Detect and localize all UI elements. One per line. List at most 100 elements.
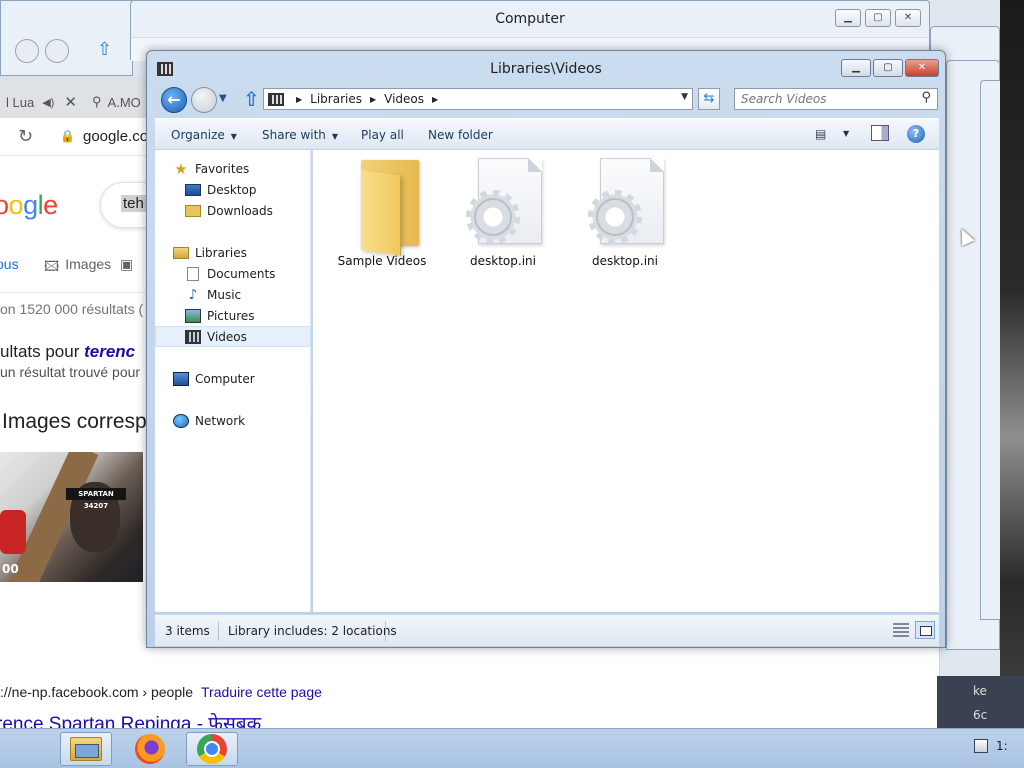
settings-file-icon (582, 156, 668, 250)
nav-label: Downloads (207, 203, 273, 218)
command-bar: Organize ▼ Share with ▼ Play all New folde… (155, 118, 939, 150)
result-title-link[interactable]: rence Spartan Repinga - फेसबुक (0, 710, 261, 728)
pictures-icon (185, 308, 201, 323)
minimize-button[interactable]: ▁ (835, 9, 861, 27)
taskbar-explorer-button[interactable] (60, 732, 112, 766)
refresh-button[interactable]: ⇆ (698, 88, 720, 110)
images-heading[interactable]: Images corresp (2, 410, 147, 434)
file-item[interactable]: desktop.ini (448, 156, 558, 268)
address-dropdown-icon[interactable]: ▼ (681, 92, 688, 102)
file-name: Sample Videos (337, 254, 427, 268)
nav-label: Desktop (207, 182, 257, 197)
maximize-button[interactable]: ▢ (873, 59, 903, 77)
folder-icon (339, 156, 425, 256)
speaker-icon[interactable]: ◀) (42, 96, 54, 109)
action-center-flag-icon[interactable] (974, 739, 988, 753)
search-input[interactable] (741, 91, 911, 107)
view-options-dropdown-icon[interactable]: ▼ (843, 129, 849, 138)
breadcrumb-separator-icon[interactable]: ▶ (370, 95, 376, 104)
nav-label: Videos (207, 329, 247, 344)
chevron-down-icon: ▼ (331, 132, 339, 141)
google-logo[interactable]: oogle (0, 190, 58, 221)
search-box: ⚲ (734, 88, 938, 110)
browser-tab-2[interactable]: ⚲ A.MO (92, 94, 141, 110)
forward-button[interactable] (191, 87, 217, 113)
taskbar: 1: (0, 728, 1024, 768)
breadcrumb-separator-icon[interactable]: ▶ (296, 95, 302, 104)
file-item[interactable]: Sample Videos (327, 156, 437, 268)
chevron-down-icon: ▼ (230, 132, 237, 141)
title-bar[interactable]: Libraries\Videos ▁ ▢ ✕ (147, 51, 945, 87)
nav-item-computer[interactable]: Computer (155, 368, 311, 389)
result-url-text[interactable]: ://ne-np.facebook.com › people (0, 684, 193, 700)
maximize-button[interactable]: ▢ (865, 9, 891, 27)
browser-tab-title: l Lua (6, 94, 35, 110)
explorer-window: Libraries\Videos ▁ ▢ ✕ ← ▼ ⇧ ▶ Libraries… (146, 50, 946, 648)
nav-label: Favorites (195, 161, 250, 176)
nav-item-pictures[interactable]: Pictures (155, 305, 311, 326)
nav-item-desktop[interactable]: Desktop (155, 179, 311, 200)
details-view-icon[interactable] (893, 623, 909, 637)
recent-pages-dropdown-icon[interactable]: ▼ (219, 93, 227, 104)
play-all-button[interactable]: Play all (361, 128, 404, 142)
translate-link[interactable]: Traduire cette page (201, 684, 322, 700)
tab-images[interactable]: 🖾 Images (44, 256, 111, 280)
clock[interactable]: 1: (996, 739, 1008, 753)
lock-icon[interactable]: 🔒 (60, 129, 75, 143)
up-arrow-icon: ⇧ (97, 39, 113, 60)
nav-item-music[interactable]: ♪ Music (155, 284, 311, 305)
nav-item-libraries[interactable]: Libraries (155, 242, 311, 263)
breadcrumb-separator-icon[interactable]: ▶ (432, 95, 438, 104)
search-query[interactable]: teh (121, 195, 146, 212)
help-icon[interactable]: ? (907, 125, 925, 143)
share-with-label: Share with (262, 128, 326, 142)
taskbar-firefox-button[interactable] (124, 732, 176, 766)
file-list: Sample Videos desktop.ini desktop.ini (313, 150, 939, 612)
nav-item-downloads[interactable]: Downloads (155, 200, 311, 221)
nav-item-network[interactable]: Network (155, 410, 311, 431)
tab-all[interactable]: ous (0, 256, 19, 272)
close-button[interactable]: ✕ (905, 59, 939, 77)
browser-tab-title-2: A.MO (107, 94, 141, 110)
nav-label: Documents (207, 266, 276, 281)
close-tab-icon[interactable]: ✕ (64, 93, 77, 111)
results-heading-term[interactable]: terenc (84, 342, 135, 361)
back-button[interactable]: ← (161, 87, 187, 113)
result-url: ://ne-np.facebook.com › people Traduire c… (0, 684, 322, 700)
share-with-button[interactable]: Share with ▼ (262, 128, 338, 142)
change-view-icon[interactable]: ▤ (815, 127, 826, 141)
nav-item-favorites[interactable]: ★ Favorites (155, 158, 311, 179)
reload-icon[interactable]: ↻ (18, 126, 33, 147)
search-icon[interactable]: ⚲ (921, 90, 931, 105)
organize-button[interactable]: Organize ▼ (171, 128, 237, 142)
file-item[interactable]: desktop.ini (570, 156, 680, 268)
minimize-button[interactable]: ▁ (841, 59, 871, 77)
results-subline: un résultat trouvé pour (0, 364, 141, 380)
back-button-bg (15, 39, 39, 63)
video-library-icon (268, 92, 284, 106)
nav-item-documents[interactable]: Documents (155, 263, 311, 284)
library-locations[interactable]: Library includes: 2 locations (228, 624, 397, 638)
nav-label: Libraries (195, 245, 247, 260)
breadcrumb-libraries[interactable]: Libraries (310, 92, 362, 106)
organize-label: Organize (171, 128, 225, 142)
file-explorer-icon (70, 737, 102, 761)
breadcrumb-videos[interactable]: Videos (384, 92, 424, 106)
address-bar[interactable]: ▶ Libraries ▶ Videos ▶ ▼ (263, 88, 693, 110)
nav-item-videos[interactable]: Videos (155, 326, 311, 347)
close-button[interactable]: ✕ (895, 9, 921, 27)
result-image[interactable]: SPARTAN 34207 00 (0, 452, 143, 582)
nav-label: Computer (195, 371, 255, 386)
libraries-icon (173, 246, 189, 259)
large-icons-view-icon[interactable] (915, 621, 935, 639)
forward-button-bg (45, 39, 69, 63)
new-folder-button[interactable]: New folder (428, 128, 493, 142)
preview-pane-icon[interactable] (871, 125, 889, 141)
image-watermark: 00 (2, 562, 19, 576)
strip-text-1: ke (973, 684, 987, 698)
results-heading: ultats pour terenc (0, 342, 135, 362)
status-separator (385, 621, 386, 641)
up-arrow-icon[interactable]: ⇧ (243, 87, 260, 111)
more-tab-icon[interactable]: ▣ (120, 256, 133, 273)
taskbar-chrome-button[interactable] (186, 732, 238, 766)
